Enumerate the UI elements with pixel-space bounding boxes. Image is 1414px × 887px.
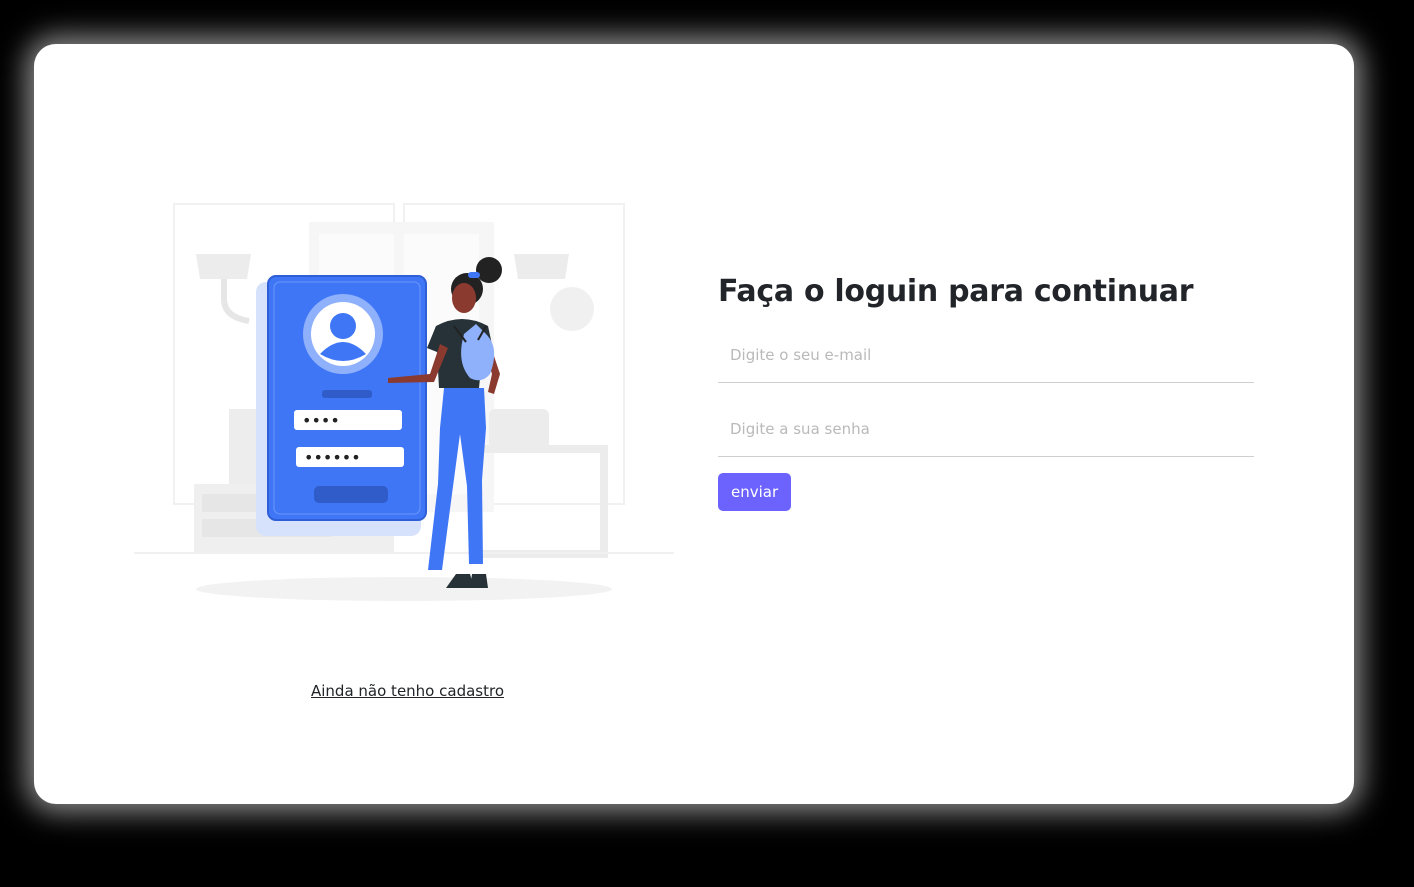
password-input[interactable] [718, 401, 1254, 457]
submit-button[interactable]: enviar [718, 473, 792, 511]
login-card: •••• •••••• Ainda não tenho cadastro Faç… [34, 44, 1354, 804]
phone-icon: •••• •••••• [267, 275, 427, 521]
login-illustration: •••• •••••• [134, 203, 674, 601]
register-link[interactable]: Ainda não tenho cadastro [311, 682, 504, 700]
mask-text-1: •••• [302, 411, 340, 430]
page-title: Faça o loguin para continuar [718, 274, 1194, 309]
email-input[interactable] [718, 327, 1254, 383]
mask-text-2: •••••• [304, 448, 361, 467]
login-form: Faça o loguin para continuar enviar [718, 274, 1254, 511]
